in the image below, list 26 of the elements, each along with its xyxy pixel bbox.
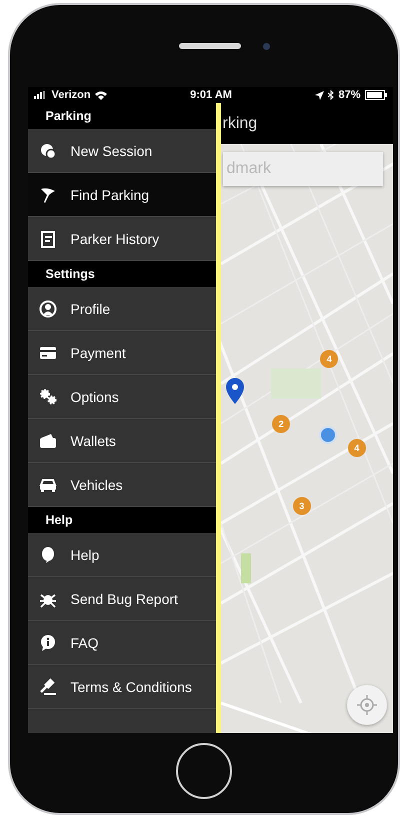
speaker-grille [178,43,240,49]
wallet-icon [38,432,56,450]
document-icon [38,230,56,248]
current-location-dot [318,426,336,444]
home-button[interactable] [176,743,232,799]
battery-percent: 87% [338,89,360,101]
gears-icon [38,388,56,406]
wifi-icon [94,90,107,100]
section-header: Help [28,507,216,533]
person-icon [38,300,56,318]
signal-icon [34,91,48,99]
section-header: Settings [28,261,216,287]
map-pin-icon [226,378,244,404]
flag-icon [38,186,56,204]
status-time: 9:01 AM [190,89,232,101]
info-icon [38,634,56,652]
menu-item[interactable]: Find Parking [28,173,216,217]
battery-icon [364,90,386,100]
header-title: rking [222,114,258,134]
crosshair-icon [356,694,378,716]
carrier-name: Verizon [52,89,91,101]
bluetooth-icon [328,90,334,100]
location-arrow-icon [315,90,324,100]
camera-dot [262,42,270,50]
gavel-icon [38,678,56,696]
section-header: Parking [28,103,216,129]
